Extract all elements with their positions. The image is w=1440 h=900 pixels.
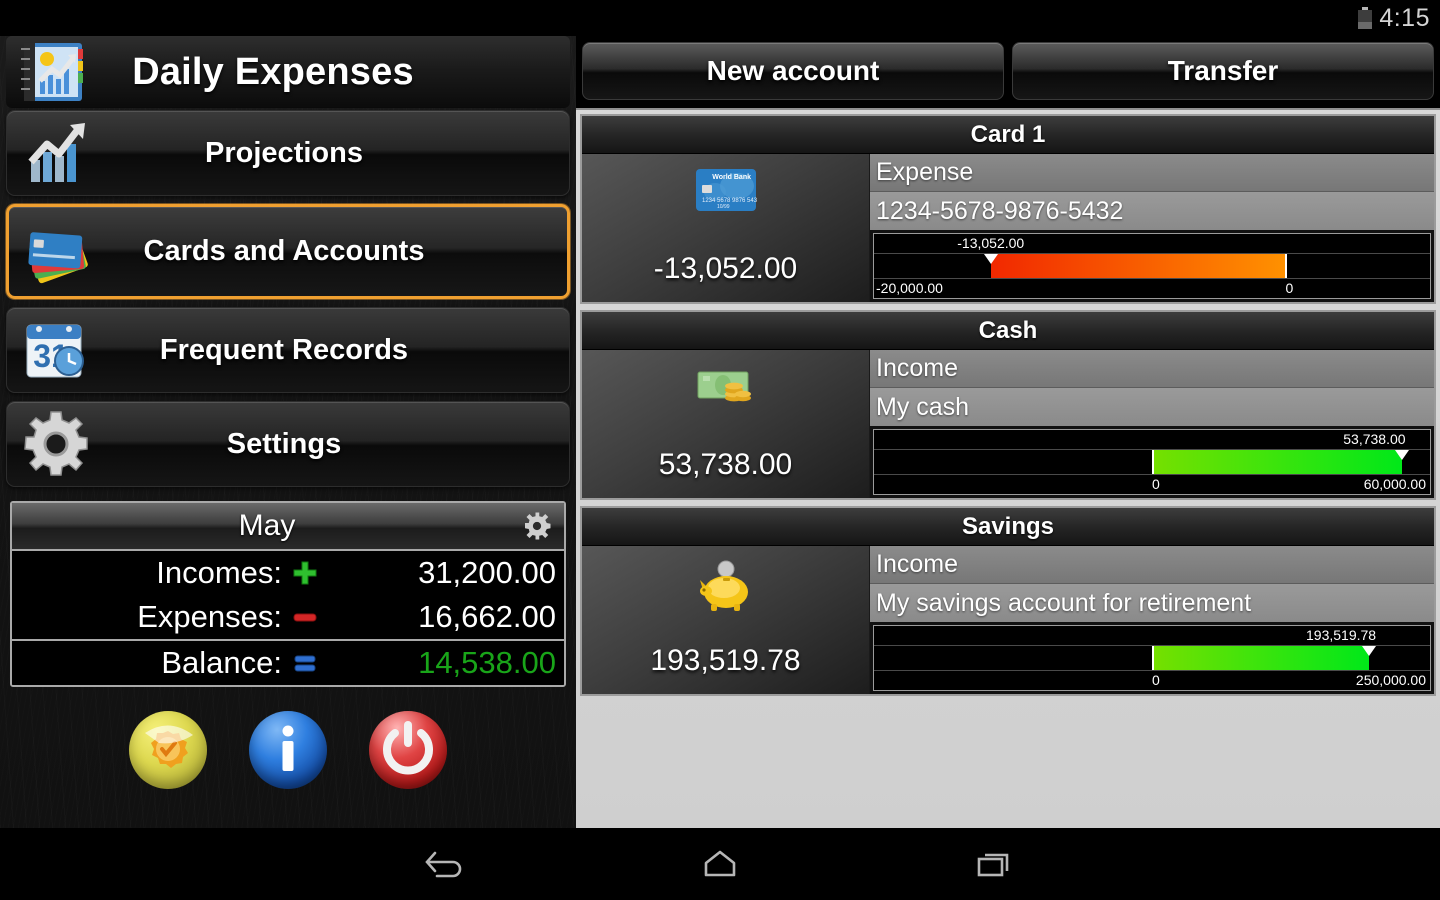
month-label: May	[238, 509, 296, 542]
gauge-value-label: 53,738.00	[1343, 431, 1406, 447]
rate-app-icon[interactable]	[129, 711, 207, 789]
calendar-clock-icon: 31	[26, 324, 84, 378]
sidebar-item-cards-and-accounts[interactable]: Cards and Accounts	[6, 204, 570, 299]
recent-apps-icon[interactable]	[966, 841, 1022, 887]
gauge-max-label: 60,000.00	[1363, 476, 1426, 492]
credit-cards-icon	[28, 231, 88, 283]
summary-row-label: Balance:	[161, 645, 282, 680]
home-icon[interactable]	[692, 841, 748, 887]
account-title: Cash	[582, 312, 1434, 350]
account-gauge: 53,738.00 0 60,000.00	[873, 429, 1431, 495]
gauge-value-label: 193,519.78	[1305, 627, 1377, 643]
summary-row-incomes: Incomes: 31,200.00	[12, 551, 564, 595]
summary-row-label: Incomes:	[156, 555, 282, 590]
gear-icon[interactable]	[522, 511, 552, 541]
screen: 4:15 Daily Expenses Projections Cards an…	[0, 0, 1440, 900]
gauge-fill	[990, 254, 1286, 278]
credit-card-icon: World Bank 1234 5678 9876 5432 10/99	[695, 169, 757, 211]
app-title-bar: Daily Expenses	[6, 36, 570, 108]
notebook-chart-icon	[21, 43, 83, 101]
growth-chart-icon	[28, 123, 85, 182]
account-description: My cash	[870, 388, 1434, 426]
sidebar-item-settings[interactable]: Settings	[6, 401, 570, 487]
android-nav-bar	[0, 828, 1440, 900]
gauge-zero-marker	[1152, 450, 1154, 474]
gauge-zero-marker	[1285, 254, 1288, 278]
gauge-pointer	[1395, 450, 1410, 460]
summary-row-value: 16,662.00	[418, 599, 556, 634]
minus-red-icon	[286, 604, 324, 630]
equals-blue-icon	[286, 650, 324, 676]
account-balance: -13,052.00	[653, 252, 798, 285]
summary-row-balance: Balance: 14,538.00	[12, 639, 564, 685]
account-gauge: -13,052.00 -20,000.00 0	[873, 233, 1431, 299]
account-summary: 53,738.00	[582, 350, 870, 498]
account-title: Savings	[582, 508, 1434, 546]
sidebar-item-projections[interactable]: Projections	[6, 110, 570, 196]
gauge-fill	[1152, 450, 1403, 474]
summary-row-label: Expenses:	[137, 599, 282, 634]
back-icon[interactable]	[418, 841, 474, 887]
gauge-min-label: -20,000.00	[876, 280, 943, 296]
account-balance: 193,519.78	[650, 644, 801, 677]
sidebar-item-frequent-records[interactable]: 31 Frequent Records	[6, 307, 570, 393]
cash-money-icon	[697, 371, 751, 402]
gauge-min-label: 0	[1152, 672, 1160, 688]
status-clock: 4:15	[1379, 3, 1430, 32]
power-exit-icon[interactable]	[369, 711, 447, 789]
account-type: Expense	[870, 154, 1434, 192]
account-card[interactable]: Savings 193,519.78 Income My savings acc…	[580, 506, 1436, 696]
gauge-zero-marker	[1152, 646, 1154, 670]
account-description: My savings account for retirement	[870, 584, 1434, 622]
month-summary-header: May	[12, 503, 564, 551]
gauge-max-label: 0	[1285, 280, 1294, 296]
svg-text:10/99: 10/99	[717, 204, 730, 210]
month-summary-panel: May Incomes: 31,200.00 Expenses: 16,662.…	[10, 501, 566, 687]
account-gauge: 193,519.78 0 250,000.00	[873, 625, 1431, 691]
status-bar: 4:15	[0, 0, 1440, 36]
account-type: Income	[870, 350, 1434, 388]
account-description: 1234-5678-9876-5432	[870, 192, 1434, 230]
summary-row-value: 31,200.00	[418, 555, 556, 590]
account-card[interactable]: Card 1 World Bank 1234 5678 9876 5432 10…	[580, 114, 1436, 304]
piggy-bank-icon	[699, 560, 748, 611]
svg-text:World Bank: World Bank	[712, 174, 751, 181]
gauge-pointer	[1361, 646, 1376, 656]
account-type: Income	[870, 546, 1434, 584]
info-icon[interactable]	[249, 711, 327, 789]
summary-row-value: 14,538.00	[418, 645, 556, 680]
gauge-max-label: 250,000.00	[1355, 672, 1426, 688]
plus-green-icon	[286, 560, 324, 586]
transfer-button[interactable]: Transfer	[1012, 42, 1434, 100]
sidebar-bottom-icons	[6, 711, 570, 789]
gauge-value-label: -13,052.00	[957, 235, 1025, 251]
gear-icon	[24, 411, 88, 476]
battery-icon	[1358, 7, 1373, 29]
accounts-list: Card 1 World Bank 1234 5678 9876 5432 10…	[576, 108, 1440, 828]
gauge-fill	[1152, 646, 1369, 670]
new-account-button[interactable]: New account	[582, 42, 1004, 100]
account-card[interactable]: Cash 53,738.00 Income My cash 53,738.00 …	[580, 310, 1436, 500]
gauge-pointer	[983, 254, 998, 264]
account-summary: 193,519.78	[582, 546, 870, 694]
gauge-min-label: 0	[1152, 476, 1160, 492]
main-pane: New account Transfer Card 1 World Bank 1…	[576, 36, 1440, 828]
account-title: Card 1	[582, 116, 1434, 154]
account-balance: 53,738.00	[658, 448, 793, 481]
sidebar: Daily Expenses Projections Cards and Acc…	[0, 36, 576, 828]
account-summary: World Bank 1234 5678 9876 5432 10/99 -13…	[582, 154, 870, 302]
summary-row-expenses: Expenses: 16,662.00	[12, 595, 564, 639]
main-toolbar: New account Transfer	[576, 36, 1440, 104]
